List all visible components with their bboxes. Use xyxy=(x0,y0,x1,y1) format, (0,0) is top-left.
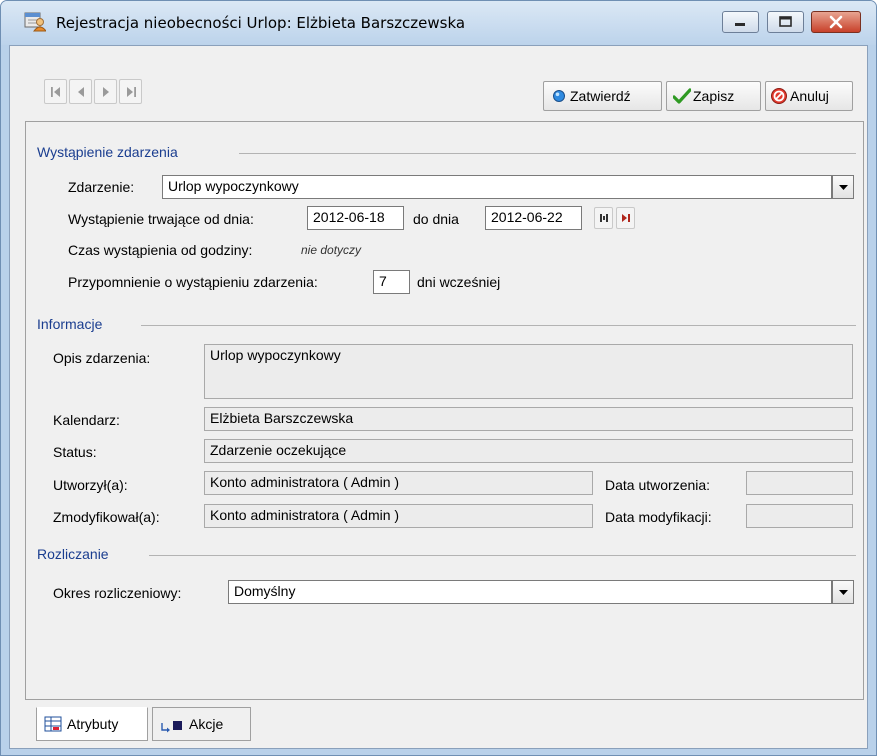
calendar-user-icon xyxy=(24,10,48,32)
checkmark-icon xyxy=(673,88,691,104)
tab-attributes-label: Atrybuty xyxy=(67,716,119,732)
skip-to-end-icon xyxy=(622,214,630,222)
modified-date-field xyxy=(746,504,853,528)
event-select[interactable]: Urlop wypoczynkowy xyxy=(162,175,832,199)
actions-icon xyxy=(161,721,182,733)
settlement-section-title: Rozliczanie xyxy=(37,546,109,562)
reminder-days-input[interactable]: 7 xyxy=(373,270,410,294)
calendar-label: Kalendarz: xyxy=(53,412,120,428)
calendar-field: Elżbieta Barszczewska xyxy=(204,407,853,431)
maximize-icon xyxy=(779,16,792,27)
save-button[interactable]: Zapisz xyxy=(666,81,761,111)
info-section-title: Informacje xyxy=(37,316,103,332)
date-range-icon xyxy=(600,214,608,222)
time-value: nie dotyczy xyxy=(301,243,362,257)
time-label: Czas wystąpienia od godziny: xyxy=(68,242,253,258)
occurrence-divider xyxy=(239,153,856,154)
date-range-button[interactable] xyxy=(594,207,613,229)
created-by-label: Utworzył(a): xyxy=(53,477,128,493)
next-record-icon xyxy=(103,87,109,97)
previous-record-button[interactable] xyxy=(69,79,92,104)
modified-by-field: Konto administratora ( Admin ) xyxy=(204,504,593,528)
to-date-label: do dnia xyxy=(413,211,459,227)
close-icon xyxy=(829,15,843,29)
period-label: Okres rozliczeniowy: xyxy=(53,585,182,601)
go-to-end-button[interactable] xyxy=(616,207,635,229)
cancel-label: Anuluj xyxy=(790,88,829,104)
info-divider xyxy=(141,325,856,326)
save-label: Zapisz xyxy=(693,88,735,104)
from-date-label: Wystąpienie trwające od dnia: xyxy=(68,211,254,227)
attributes-table-icon xyxy=(44,716,62,732)
tab-actions[interactable]: Akcje xyxy=(152,707,251,741)
status-label: Status: xyxy=(53,444,97,460)
approve-label: Zatwierdź xyxy=(570,88,631,104)
cancel-button[interactable]: Anuluj xyxy=(765,81,853,111)
dialog-window: Rejestracja nieobecności Urlop: Elżbieta… xyxy=(0,0,877,756)
minimize-icon xyxy=(735,23,745,26)
chevron-down-icon xyxy=(839,185,848,190)
occurrence-section-title: Wystąpienie zdarzenia xyxy=(37,144,178,160)
period-select[interactable]: Domyślny xyxy=(228,580,832,604)
title-bar: Rejestracja nieobecności Urlop: Elżbieta… xyxy=(1,1,876,45)
next-record-button[interactable] xyxy=(94,79,117,104)
maximize-button[interactable] xyxy=(767,11,804,33)
to-date-input[interactable]: 2012-06-22 xyxy=(485,206,582,230)
modified-by-label: Zmodyfikował(a): xyxy=(53,509,160,525)
cancel-icon xyxy=(771,88,787,104)
last-record-icon xyxy=(127,87,136,97)
close-button[interactable] xyxy=(811,11,861,33)
window-title: Rejestracja nieobecności Urlop: Elżbieta… xyxy=(56,14,466,32)
chevron-down-icon xyxy=(839,590,848,595)
tab-actions-label: Akcje xyxy=(189,716,224,732)
previous-record-icon xyxy=(78,87,84,97)
reminder-suffix: dni wcześniej xyxy=(417,274,501,290)
status-field: Zdarzenie oczekujące xyxy=(204,439,853,463)
first-record-button[interactable] xyxy=(44,79,67,104)
period-dropdown-button[interactable] xyxy=(832,580,854,604)
from-date-input[interactable]: 2012-06-18 xyxy=(307,206,404,230)
blue-dot-icon xyxy=(553,90,565,102)
approve-button[interactable]: Zatwierdź xyxy=(543,81,662,111)
description-field: Urlop wypoczynkowy xyxy=(204,344,853,399)
minimize-button[interactable] xyxy=(722,11,759,33)
tab-attributes[interactable]: Atrybuty xyxy=(36,707,148,741)
description-label: Opis zdarzenia: xyxy=(53,350,151,366)
settlement-divider xyxy=(149,555,856,556)
created-by-field: Konto administratora ( Admin ) xyxy=(204,471,593,495)
event-dropdown-button[interactable] xyxy=(832,175,854,199)
first-record-icon xyxy=(51,87,60,97)
modified-date-label: Data modyfikacji: xyxy=(605,509,712,525)
created-date-label: Data utworzenia: xyxy=(605,477,711,493)
reminder-label: Przypomnienie o wystąpieniu zdarzenia: xyxy=(68,274,318,290)
created-date-field xyxy=(746,471,853,495)
event-label: Zdarzenie: xyxy=(68,179,135,195)
last-record-button[interactable] xyxy=(119,79,142,104)
